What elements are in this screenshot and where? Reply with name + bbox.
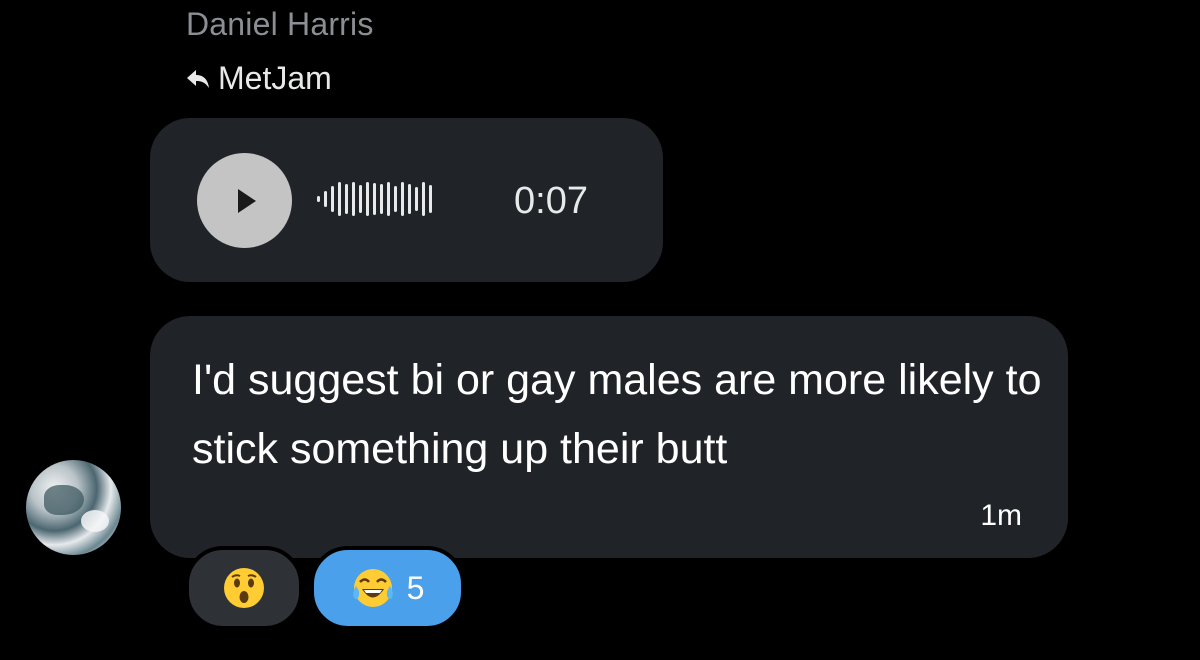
waveform-bar: [401, 182, 404, 216]
hushed-face-icon: [224, 568, 264, 608]
waveform-bar: [373, 183, 376, 215]
reaction-hushed-face[interactable]: [185, 546, 303, 630]
sender-name: Daniel Harris: [186, 6, 374, 42]
waveform-bar: [317, 196, 320, 202]
waveform-bar: [331, 186, 334, 212]
reply-arrow-icon: [186, 68, 210, 90]
message-text: I'd suggest bi or gay males are more lik…: [192, 356, 1042, 473]
waveform-bar: [380, 184, 383, 214]
waveform-bar: [366, 182, 369, 216]
message-timestamp: 1m: [980, 499, 1022, 532]
reaction-face-with-tears-of-joy[interactable]: 5: [310, 546, 465, 630]
waveform-bar: [394, 186, 397, 212]
play-icon: [237, 188, 256, 213]
face-with-tears-of-joy-icon: [352, 569, 393, 607]
waveform-bar: [338, 182, 341, 216]
waveform-bar: [415, 187, 418, 211]
voice-duration: 0:07: [514, 180, 588, 222]
waveform-bar: [408, 184, 411, 214]
waveform-bar: [345, 184, 348, 214]
text-message-bubble: I'd suggest bi or gay males are more lik…: [150, 316, 1068, 558]
waveform-bar: [359, 185, 362, 213]
reply-target-name: MetJam: [218, 60, 332, 96]
waveform-bar: [387, 182, 390, 216]
reply-reference[interactable]: MetJam: [186, 60, 332, 97]
voice-message-bubble: 0:07: [150, 118, 663, 282]
waveform-bar: [324, 191, 327, 207]
waveform-bar: [429, 185, 432, 213]
audio-waveform[interactable]: [317, 182, 432, 216]
avatar[interactable]: [26, 460, 121, 555]
waveform-bar: [422, 182, 425, 216]
waveform-bar: [352, 182, 355, 216]
play-button[interactable]: [197, 153, 292, 248]
reaction-count: 5: [406, 569, 425, 606]
